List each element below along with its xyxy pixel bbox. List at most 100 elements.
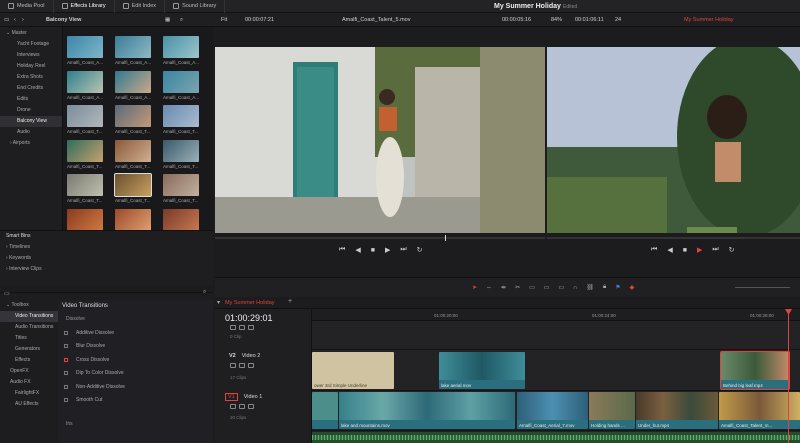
search-icon[interactable]: ⌕	[180, 17, 183, 24]
bin-item[interactable]: Holiday Reel	[0, 61, 62, 72]
toolbox-header[interactable]: ⌄ Toolbox	[0, 300, 58, 311]
source-clip-name[interactable]: Amalfi_Coast_Talent_5.mov	[342, 17, 410, 23]
bin-item[interactable]: End Credits	[0, 83, 62, 94]
insert-clip-icon[interactable]: ▭	[529, 284, 535, 291]
sidebar-toggle-icon[interactable]: ▭	[4, 17, 9, 23]
current-bin-name[interactable]: Balcony View	[46, 17, 81, 23]
blade-tool-icon[interactable]: ✂	[515, 284, 520, 291]
bin-item-selected[interactable]: Balcony View	[0, 116, 62, 127]
bin-item[interactable]: Interviews	[0, 50, 62, 61]
fx-item[interactable]: Additive Dissolve	[58, 326, 213, 340]
media-clip-thumbnail[interactable]	[163, 174, 199, 196]
video-clip[interactable]: lake aerial.mov	[439, 352, 525, 389]
nav-forward-icon[interactable]: ›	[22, 17, 24, 23]
source-playhead[interactable]	[445, 235, 446, 241]
reverse-icon[interactable]: ◀	[355, 246, 360, 254]
source-viewer[interactable]	[215, 47, 545, 233]
sound-library-button[interactable]: Sound Library	[165, 0, 226, 13]
dynamic-trim-icon[interactable]: ⇹	[501, 284, 506, 291]
media-clip-thumbnail[interactable]	[163, 208, 199, 230]
bin-item[interactable]: Yacht Footage	[0, 39, 62, 50]
media-clip-thumbnail[interactable]	[163, 36, 199, 58]
play-icon[interactable]: ▶	[385, 246, 390, 254]
media-clip-thumbnail[interactable]	[67, 105, 103, 127]
enable-track-icon[interactable]	[239, 363, 245, 368]
jump-end-icon[interactable]: ⏭	[712, 246, 718, 254]
video-clip[interactable]: Amalfi_Coast_Aerial_7.mov	[517, 392, 588, 429]
enable-track-icon[interactable]	[239, 404, 245, 409]
video-clip[interactable]: Holding hands ...	[589, 392, 635, 429]
timeline-ruler[interactable]: 01:00:20:00 01:00:24:00 01:00:28:00	[312, 309, 800, 321]
smart-bin-item[interactable]: › Interview Clips	[0, 264, 213, 275]
fx-category[interactable]: FairlightFX	[0, 388, 58, 399]
bin-item[interactable]: Drone	[0, 105, 62, 116]
bin-master[interactable]: ⌄ Master	[0, 28, 62, 39]
media-clip-thumbnail[interactable]	[115, 208, 151, 230]
overwrite-clip-icon[interactable]: ▭	[544, 284, 550, 291]
stop-icon[interactable]: ■	[371, 247, 375, 254]
fx-category[interactable]: Audio Transitions	[0, 322, 58, 333]
timeline-list-icon[interactable]: ▾	[217, 299, 220, 306]
jump-end-icon[interactable]: ⏭	[400, 246, 406, 254]
media-clip-thumbnail[interactable]	[115, 36, 151, 58]
smart-bin-item[interactable]: › Keywords	[0, 253, 213, 264]
auto-select-icon[interactable]	[248, 363, 254, 368]
fx-category[interactable]: Generators	[0, 344, 58, 355]
fx-item[interactable]: Smooth Cut	[58, 394, 213, 408]
media-clip-thumbnail[interactable]	[114, 173, 152, 197]
bin-item[interactable]: Extra Shots	[0, 72, 62, 83]
fx-category[interactable]: AU Effects	[0, 399, 58, 410]
video-clip[interactable]	[312, 392, 338, 429]
audio-track[interactable]	[312, 432, 800, 443]
bin-item[interactable]: Edits	[0, 94, 62, 105]
media-clip-thumbnail[interactable]	[163, 139, 199, 162]
track-id[interactable]: V1	[225, 393, 238, 401]
timeline-tab[interactable]: My Summer Holiday	[225, 300, 275, 306]
media-clip-thumbnail[interactable]	[67, 70, 103, 93]
fx-category[interactable]: Titles	[0, 333, 58, 344]
bin-item[interactable]: Audio	[0, 127, 62, 138]
video-clip-selected[interactable]: Behind big leaf.mp4	[720, 351, 790, 390]
auto-select-icon[interactable]	[248, 404, 254, 409]
zoom-slider[interactable]	[735, 287, 790, 288]
program-viewer[interactable]	[547, 47, 800, 233]
lock-track-icon[interactable]	[230, 404, 236, 409]
flag-icon[interactable]: ⚑	[615, 284, 620, 291]
fx-item[interactable]: Blur Dissolve	[58, 340, 213, 354]
track-name[interactable]: Video 1	[244, 394, 263, 400]
bin-item-collapsed[interactable]: › Airports	[0, 138, 62, 149]
timeline-playhead[interactable]	[788, 309, 789, 443]
lock-track-icon[interactable]	[230, 363, 236, 368]
panel-toggle-icon[interactable]: ▭	[4, 290, 10, 297]
snapping-icon[interactable]: ∩	[573, 285, 577, 291]
source-scrubber[interactable]	[215, 237, 545, 239]
loop-icon[interactable]: ↻	[417, 246, 423, 254]
media-clip-thumbnail[interactable]	[115, 139, 151, 162]
selection-tool-icon[interactable]: ➤	[472, 284, 477, 291]
media-clip-thumbnail[interactable]	[115, 70, 151, 93]
effects-search-icon[interactable]: ⌕	[203, 289, 206, 296]
fit-zoom-select[interactable]: Fit	[221, 17, 227, 23]
jump-start-icon[interactable]: ⏮	[651, 246, 657, 254]
timeline-name[interactable]: My Summer Holiday	[684, 17, 734, 23]
smart-bin-item[interactable]: › Timelines	[0, 242, 213, 253]
auto-select-icon[interactable]	[248, 325, 254, 330]
title-clip[interactable]: ower 3rd Simple Underline	[312, 352, 394, 389]
program-zoom[interactable]: 84%	[551, 17, 562, 23]
media-clip-thumbnail[interactable]	[163, 70, 199, 93]
media-clip-thumbnail[interactable]	[163, 105, 199, 127]
stop-icon[interactable]: ■	[683, 247, 687, 254]
edit-index-button[interactable]: Edit Index	[115, 0, 166, 13]
fx-item[interactable]: Cross Dissolve	[58, 353, 213, 367]
media-clip-thumbnail[interactable]	[67, 139, 103, 162]
fx-item[interactable]: Non-Additive Dissolve	[58, 380, 213, 394]
link-icon[interactable]: ⛓	[586, 284, 594, 291]
loop-icon[interactable]: ↻	[729, 246, 735, 254]
fx-category-selected[interactable]: Video Transitions	[0, 311, 58, 322]
enable-track-icon[interactable]	[239, 325, 245, 330]
fx-category[interactable]: Effects	[0, 355, 58, 366]
reverse-icon[interactable]: ◀	[667, 246, 672, 254]
play-icon[interactable]: ▶	[697, 246, 702, 254]
media-clip-thumbnail[interactable]	[115, 105, 151, 127]
lock-track-icon[interactable]	[230, 325, 236, 330]
